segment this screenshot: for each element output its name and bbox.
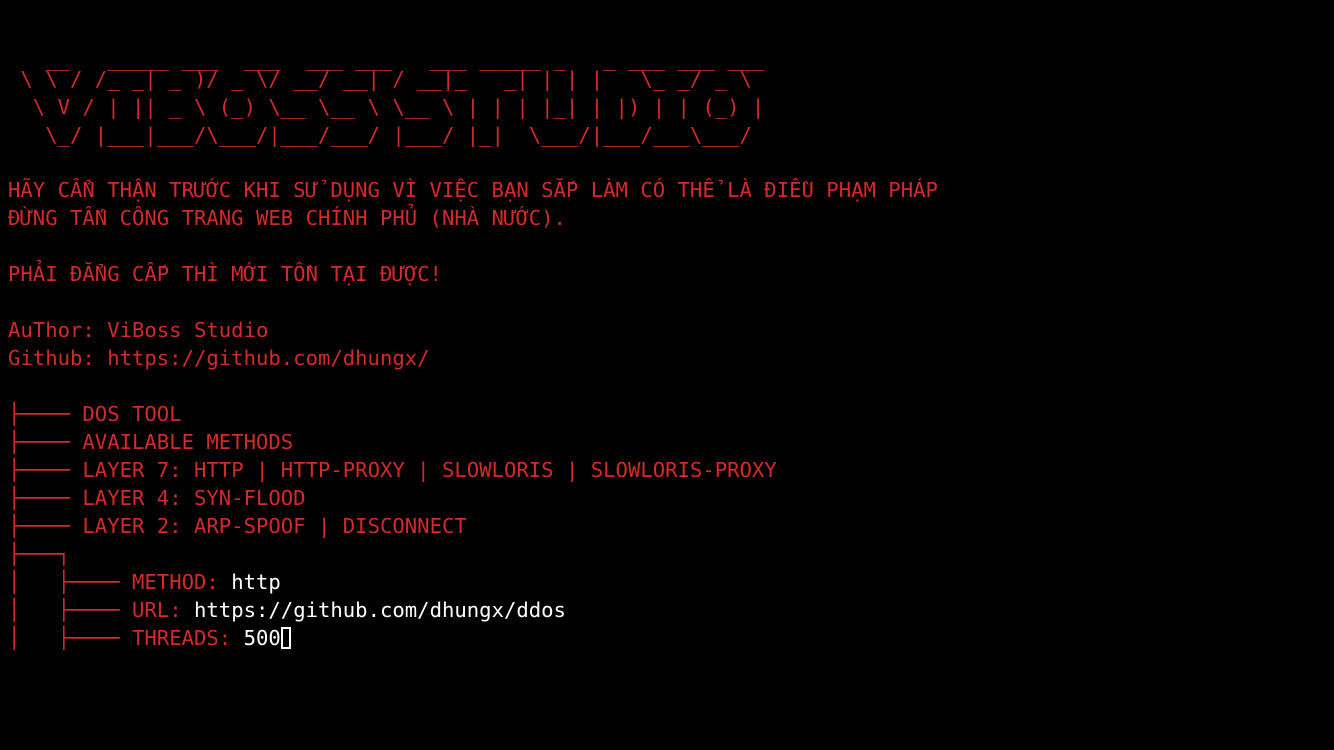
tree-branch-split: ├───┐ <box>8 542 70 566</box>
tree-item-available-methods: ├──── AVAILABLE METHODS <box>8 428 293 456</box>
tree-item-label: LAYER 7: HTTP | HTTP-PROXY | SLOWLORIS |… <box>82 458 777 482</box>
prompt-label: METHOD: <box>132 570 232 594</box>
text-cursor <box>280 627 291 649</box>
prompt-input-value: http <box>231 570 281 594</box>
tree-branch: ├──── <box>8 402 83 426</box>
prompt-input-value[interactable]: 500 <box>244 626 281 650</box>
prompt-input-value: https://github.com/dhungx/ddos <box>194 598 566 622</box>
tree-branch: ├──── <box>8 430 83 454</box>
tree-branch: ├──── <box>8 514 83 538</box>
tree-item-label: DOS TOOL <box>82 402 182 426</box>
prompt-method: │ ├──── METHOD: http <box>8 568 281 596</box>
motto-line: PHẢI ĐẲNG CẤP THÌ MỚI TỒN TẠI ĐƯỢC! <box>8 262 442 286</box>
author-line: AuThor: ViBoss Studio <box>8 318 269 342</box>
tree-branch: ├──── <box>8 486 83 510</box>
github-line: Github: https://github.com/dhungx/ <box>8 346 430 370</box>
tree-item-label: AVAILABLE METHODS <box>82 430 294 454</box>
tree-branch: │ ├──── <box>8 598 132 622</box>
tree-item-label: LAYER 2: ARP-SPOOF | DISCONNECT <box>82 514 467 538</box>
tree-item-label: LAYER 4: SYN-FLOOD <box>82 486 306 510</box>
prompt-url: │ ├──── URL: https://github.com/dhungx/d… <box>8 596 566 624</box>
ascii-banner-line-3: \ V / | || _ \ (_) \__ \__ \ \__ \ | | |… <box>8 95 765 119</box>
prompt-label: THREADS: <box>132 626 244 650</box>
tree-branch: │ ├──── <box>8 570 132 594</box>
ascii-banner-line-2: \ \ / /_ _| _ )/ _ \/ __/ __| / __|_ _| … <box>8 67 752 91</box>
prompt-threads[interactable]: │ ├──── THREADS: 500 <box>8 624 291 652</box>
tree-item-dos-tool: ├──── DOS TOOL <box>8 400 182 428</box>
ascii-banner-line-4: \_/ |___|___/\___/|___/___/ |___/ |_| \_… <box>8 123 752 147</box>
tree-item-layer-7: ├──── LAYER 7: HTTP | HTTP-PROXY | SLOWL… <box>8 456 777 484</box>
tree-item-layer-2: ├──── LAYER 2: ARP-SPOOF | DISCONNECT <box>8 512 467 540</box>
prompt-label: URL: <box>132 598 194 622</box>
tree-branch: │ ├──── <box>8 626 132 650</box>
tree-branch: ├──── <box>8 458 83 482</box>
warning-line-2: ĐỪNG TẤN CÔNG TRANG WEB CHÍNH PHỦ (NHÀ N… <box>8 206 566 230</box>
tree-item-layer-4: ├──── LAYER 4: SYN-FLOOD <box>8 484 306 512</box>
warning-line-1: HÃY CẨN THẬN TRƯỚC KHI SỬ DỤNG VÌ VIỆC B… <box>8 178 938 202</box>
terminal-window[interactable]: __ _____ ___ ___ ___ ___ ___ _____ _ _ _… <box>0 0 1334 750</box>
